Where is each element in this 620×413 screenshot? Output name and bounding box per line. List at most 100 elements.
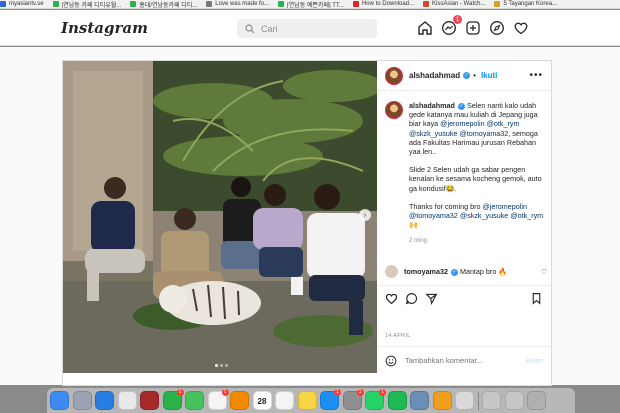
separator-dot: • — [473, 71, 476, 80]
mention-link[interactable]: @skzk_yusuke — [409, 129, 457, 138]
bookmark-favicon-icon — [206, 1, 213, 7]
pages-icon[interactable] — [432, 391, 452, 410]
trash-icon[interactable] — [527, 391, 546, 410]
instagram-page: › alshadahmad ✓ • Ikuti ••• alshadahmad … — [0, 47, 620, 386]
photo-booth-icon[interactable] — [140, 391, 159, 410]
notification-badge: 1 — [356, 389, 364, 396]
bookmark-item[interactable]: [연남동 카페 디티유월... — [52, 0, 122, 9]
caption-username[interactable]: alshadahmad — [409, 101, 455, 110]
commenter-username[interactable]: tomoyama32 — [404, 267, 448, 276]
add-comment-bar: Kirim — [377, 346, 551, 374]
notes-icon[interactable] — [297, 391, 317, 410]
bookmark-favicon-icon — [494, 1, 501, 7]
notification-badge: 1 — [379, 389, 386, 396]
launchpad-icon[interactable] — [72, 391, 92, 410]
carousel-dot — [225, 364, 228, 367]
search-icon — [245, 23, 255, 33]
messenger-icon[interactable]: 1 — [441, 15, 462, 36]
follow-button[interactable]: Ikuti — [481, 71, 497, 80]
commenter-avatar[interactable] — [385, 265, 398, 278]
mention-link[interactable]: @otk_rym — [487, 119, 520, 128]
post-caption: alshadahmad ✓ Selen nanti kalo udah gede … — [385, 101, 547, 247]
mention-link[interactable]: @tomoyama32 — [459, 129, 508, 138]
reminders-icon[interactable] — [275, 391, 294, 410]
bookmark-label: 5 Tayangan Korea... — [503, 1, 558, 7]
more-options-icon[interactable]: ••• — [529, 70, 543, 81]
photo-illustration — [63, 61, 377, 373]
post-photo[interactable]: › — [63, 61, 377, 373]
facetime-icon[interactable]: 1 — [162, 389, 184, 410]
caption-text: Slide 2 Selen udah ga sabar pengen kenal… — [409, 165, 542, 193]
bookmark-favicon-icon — [423, 1, 429, 7]
new-post-icon[interactable] — [465, 20, 481, 36]
bookmark-item[interactable]: myasiantv.se — [0, 0, 44, 8]
post-date: 14 APRIL — [385, 333, 411, 339]
bookmark-item[interactable]: How to Download... — [352, 0, 414, 8]
whatsapp-icon[interactable]: 1 — [365, 389, 386, 410]
documents-icon[interactable] — [504, 391, 524, 410]
bookmark-item[interactable]: KissAsian - Watch... — [423, 0, 486, 8]
carousel-dots — [215, 364, 228, 367]
bookmark-item[interactable]: 5 Tayangan Korea... — [494, 0, 558, 8]
macos-dock: 1 1 28 1 1 1 — [47, 388, 575, 413]
home-icon[interactable] — [417, 20, 433, 36]
bookmark-item[interactable]: [연남동 예쁜카페] TT... — [277, 0, 344, 8]
mention-link[interactable]: @tomoyama32 — [409, 211, 458, 220]
explore-icon[interactable] — [489, 20, 505, 36]
safari-icon[interactable] — [95, 391, 114, 410]
vlc-icon[interactable] — [230, 391, 249, 410]
mention-link[interactable]: @otk_rym — [510, 211, 543, 220]
caption-text: Thanks for coming bro — [409, 201, 483, 211]
caption-timestamp: 2 ming — [409, 238, 428, 245]
chrome-icon[interactable] — [117, 391, 137, 410]
carousel-dot — [220, 364, 223, 367]
bookmark-icon[interactable] — [530, 292, 543, 305]
calendar-date: 28 — [257, 397, 267, 406]
photos-icon[interactable]: 1 — [207, 389, 229, 410]
caption-avatar[interactable] — [385, 101, 403, 119]
instagram-logo[interactable]: Instagram — [61, 19, 148, 37]
comment-bubble-icon[interactable] — [405, 292, 418, 305]
activity-heart-icon[interactable] — [513, 20, 529, 36]
app-store-icon[interactable]: 1 — [320, 389, 341, 410]
bookmark-favicon-icon — [130, 1, 137, 7]
mention-link[interactable]: @jeromepolin — [440, 119, 484, 128]
calendar-icon[interactable]: 28 — [252, 391, 272, 410]
share-plane-icon[interactable] — [425, 292, 438, 305]
bookmark-label: Love was made fo... — [215, 1, 269, 7]
bookmark-label: [연남동 카페 디티유월... — [61, 2, 122, 9]
bookmark-item[interactable]: 홍대/연남동카페 디티... — [130, 0, 198, 9]
author-username[interactable]: alshadahmad — [409, 71, 460, 80]
like-heart-icon[interactable] — [385, 292, 398, 305]
bookmark-label: How to Download... — [361, 1, 414, 7]
bookmark-label: 홍대/연남동카페 디티... — [139, 2, 198, 9]
author-avatar[interactable] — [385, 66, 403, 85]
like-comment-heart-icon[interactable]: ♡ — [541, 268, 547, 276]
mention-link[interactable]: @skzk_yusuke — [460, 211, 508, 220]
mention-link[interactable]: @jeromepolin — [483, 202, 527, 211]
preview-icon[interactable] — [410, 391, 429, 410]
emoji-icon[interactable] — [385, 355, 397, 367]
bookmark-label: myasiantv.se — [9, 1, 44, 7]
downloads-icon[interactable] — [482, 391, 501, 410]
post-comment-button[interactable]: Kirim — [526, 356, 543, 365]
verified-icon: ✓ — [457, 102, 465, 110]
post-actions — [377, 285, 551, 311]
bookmark-label: KissAsian - Watch... — [432, 1, 486, 7]
comment-item: tomoyama32 ✓ Mantap bro 🔥 ♡ — [385, 265, 547, 278]
comment-input[interactable] — [405, 356, 515, 365]
next-slide-arrow-icon[interactable]: › — [359, 209, 371, 221]
bookmark-favicon-icon — [0, 1, 6, 7]
post-dialog: › alshadahmad ✓ • Ikuti ••• alshadahmad … — [62, 60, 552, 386]
textedit-icon[interactable] — [455, 391, 474, 410]
search-input[interactable]: Cari — [261, 24, 278, 34]
finder-icon[interactable] — [50, 391, 69, 410]
spotify-icon[interactable] — [387, 391, 407, 410]
notification-badge: 1 — [221, 389, 229, 396]
system-preferences-icon[interactable]: 1 — [342, 389, 364, 410]
messages-icon[interactable] — [185, 391, 204, 410]
bookmark-favicon-icon — [52, 1, 59, 7]
bookmark-item[interactable]: Love was made fo... — [206, 0, 269, 8]
bookmark-favicon-icon — [352, 1, 359, 7]
search-box[interactable]: Cari — [237, 19, 377, 38]
